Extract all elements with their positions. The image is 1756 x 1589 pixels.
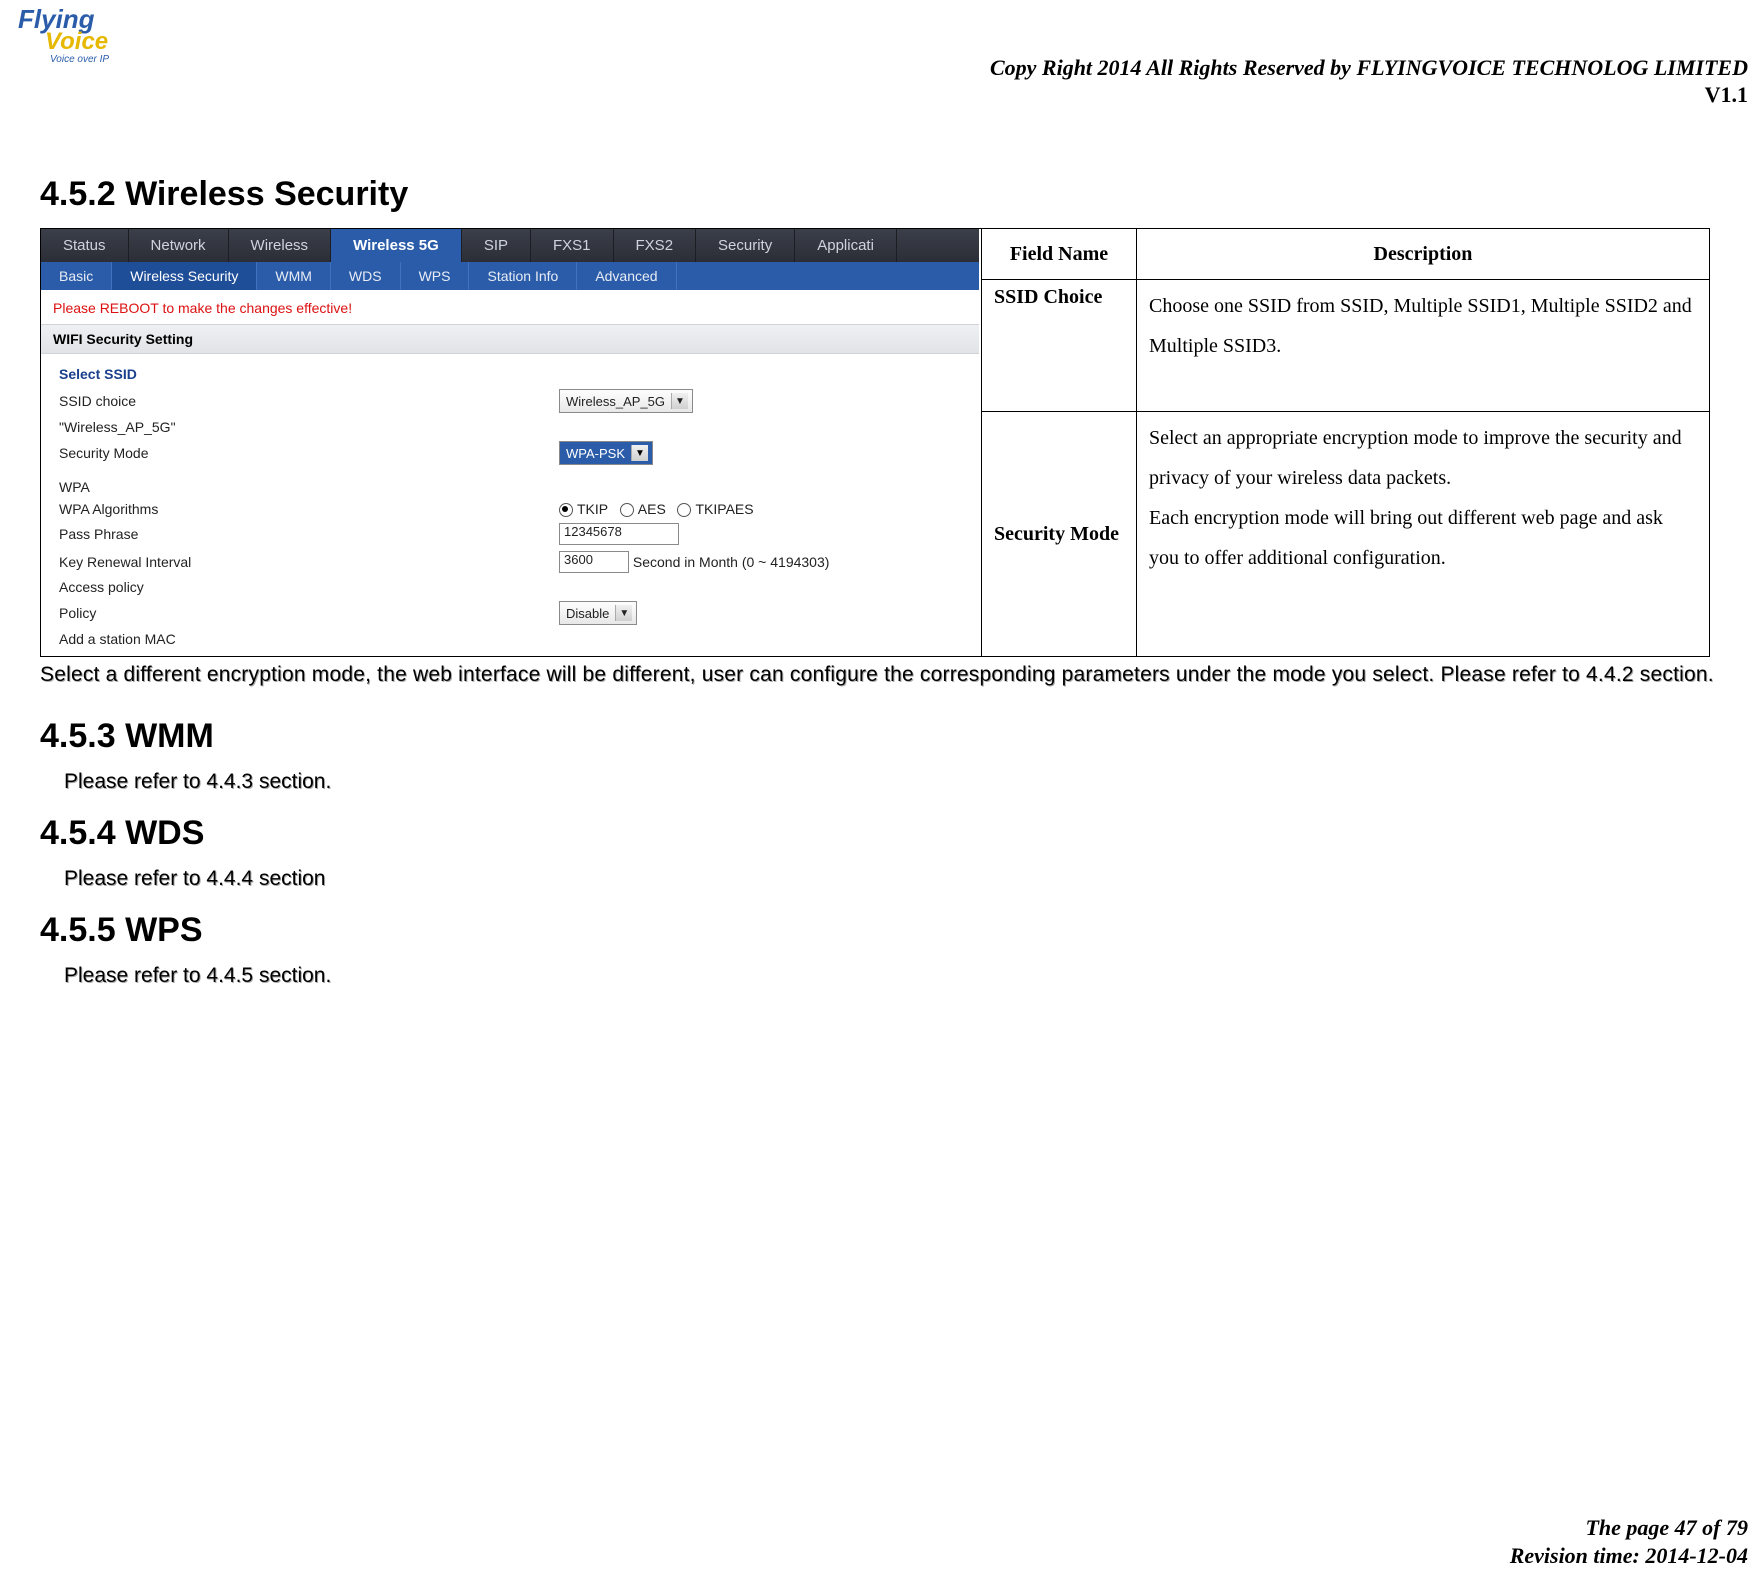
refer-453: Please refer to 4.4.3 section.	[64, 770, 1756, 794]
panel-body: Select SSID SSID choice Wireless_AP_5G ▼…	[41, 354, 979, 656]
logo-line2: Voice	[45, 28, 108, 56]
logo-line3: Voice over IP	[50, 54, 109, 65]
note-452: Select a different encryption mode, the …	[40, 663, 1740, 687]
th-field-name: Field Name	[982, 229, 1137, 280]
label-policy: Policy	[59, 605, 559, 621]
radio-tkip[interactable]: TKIP	[559, 501, 608, 517]
label-access-policy: Access policy	[59, 579, 559, 595]
radio-aes[interactable]: AES	[620, 501, 666, 517]
chevron-down-icon: ▼	[631, 445, 648, 461]
subtab-station-info[interactable]: Station Info	[469, 262, 577, 290]
radio-tkip-label: TKIP	[577, 501, 608, 517]
reboot-notice: Please REBOOT to make the changes effect…	[41, 290, 979, 324]
tab-network[interactable]: Network	[129, 229, 229, 262]
heading-455: 4.5.5 WPS	[40, 911, 1756, 950]
heading-453: 4.5.3 WMM	[40, 717, 1756, 756]
label-ssid-choice: SSID choice	[59, 393, 559, 409]
subtab-advanced[interactable]: Advanced	[577, 262, 676, 290]
chevron-down-icon: ▼	[615, 605, 632, 621]
select-security-mode[interactable]: WPA-PSK ▼	[559, 441, 653, 465]
content: 4.5.2 Wireless Security Status Network W…	[40, 175, 1756, 1008]
cell-desc-0: Choose one SSID from SSID, Multiple SSID…	[1137, 280, 1710, 412]
tab-fxs1[interactable]: FXS1	[531, 229, 614, 262]
tab-sip[interactable]: SIP	[462, 229, 531, 262]
spec-table: Status Network Wireless Wireless 5G SIP …	[40, 228, 1710, 657]
label-wpa: WPA	[59, 479, 559, 495]
footer-revision: Revision time: 2014-12-04	[1510, 1542, 1748, 1571]
radio-tkipaes[interactable]: TKIPAES	[677, 501, 753, 517]
panel-title: WIFI Security Setting	[41, 324, 979, 354]
tab-application[interactable]: Applicati	[795, 229, 897, 262]
radio-tkipaes-label: TKIPAES	[695, 501, 753, 517]
refer-454: Please refer to 4.4.4 section	[64, 867, 1756, 891]
tab-fxs2[interactable]: FXS2	[614, 229, 697, 262]
th-description: Description	[1137, 229, 1710, 280]
subtab-wps[interactable]: WPS	[401, 262, 470, 290]
label-ssid-name: "Wireless_AP_5G"	[59, 419, 559, 435]
device-ui: Status Network Wireless Wireless 5G SIP …	[41, 229, 979, 656]
footer-page: The page 47 of 79	[1510, 1514, 1748, 1543]
label-add-mac: Add a station MAC	[59, 631, 559, 647]
heading-454: 4.5.4 WDS	[40, 814, 1756, 853]
main-tabbar: Status Network Wireless Wireless 5G SIP …	[41, 229, 979, 262]
cell-field-0: SSID Choice	[982, 280, 1137, 412]
chevron-down-icon: ▼	[671, 393, 688, 409]
header-copyright: Copy Right 2014 All Rights Reserved by F…	[990, 55, 1748, 81]
page: Flying Voice Voice over IP Copy Right 20…	[0, 0, 1756, 1589]
logo: Flying Voice Voice over IP	[0, 0, 130, 75]
select-ssid-choice-value: Wireless_AP_5G	[566, 394, 665, 409]
subtab-wmm[interactable]: WMM	[257, 262, 331, 290]
tab-wireless[interactable]: Wireless	[229, 229, 332, 262]
cell-field-1: Security Mode	[982, 411, 1137, 656]
label-security-mode: Security Mode	[59, 445, 559, 461]
subtab-basic[interactable]: Basic	[41, 262, 112, 290]
select-policy-value: Disable	[566, 606, 609, 621]
tab-security[interactable]: Security	[696, 229, 795, 262]
header-version: V1.1	[1705, 82, 1748, 108]
select-security-mode-value: WPA-PSK	[566, 446, 625, 461]
input-passphrase[interactable]: 12345678	[559, 523, 679, 545]
subhead-select-ssid: Select SSID	[59, 360, 961, 386]
refer-455: Please refer to 4.4.5 section.	[64, 964, 1756, 988]
subtab-wireless-security[interactable]: Wireless Security	[112, 262, 257, 290]
select-ssid-choice[interactable]: Wireless_AP_5G ▼	[559, 389, 693, 413]
subtab-wds[interactable]: WDS	[331, 262, 401, 290]
tab-wireless-5g[interactable]: Wireless 5G	[331, 229, 462, 262]
tab-status[interactable]: Status	[41, 229, 129, 262]
select-policy[interactable]: Disable ▼	[559, 601, 637, 625]
input-renew-interval[interactable]: 3600	[559, 551, 629, 573]
label-renew-interval: Key Renewal Interval	[59, 554, 559, 570]
cell-desc-1: Select an appropriate encryption mode to…	[1137, 411, 1710, 656]
screenshot-cell: Status Network Wireless Wireless 5G SIP …	[41, 229, 982, 657]
radio-aes-label: AES	[638, 501, 666, 517]
heading-452: 4.5.2 Wireless Security	[40, 175, 1756, 214]
footer: The page 47 of 79 Revision time: 2014-12…	[1510, 1514, 1748, 1571]
sub-tabbar: Basic Wireless Security WMM WDS WPS Stat…	[41, 262, 979, 290]
renew-suffix: Second in Month (0 ~ 4194303)	[633, 554, 830, 570]
label-wpa-alg: WPA Algorithms	[59, 501, 559, 517]
label-passphrase: Pass Phrase	[59, 526, 559, 542]
